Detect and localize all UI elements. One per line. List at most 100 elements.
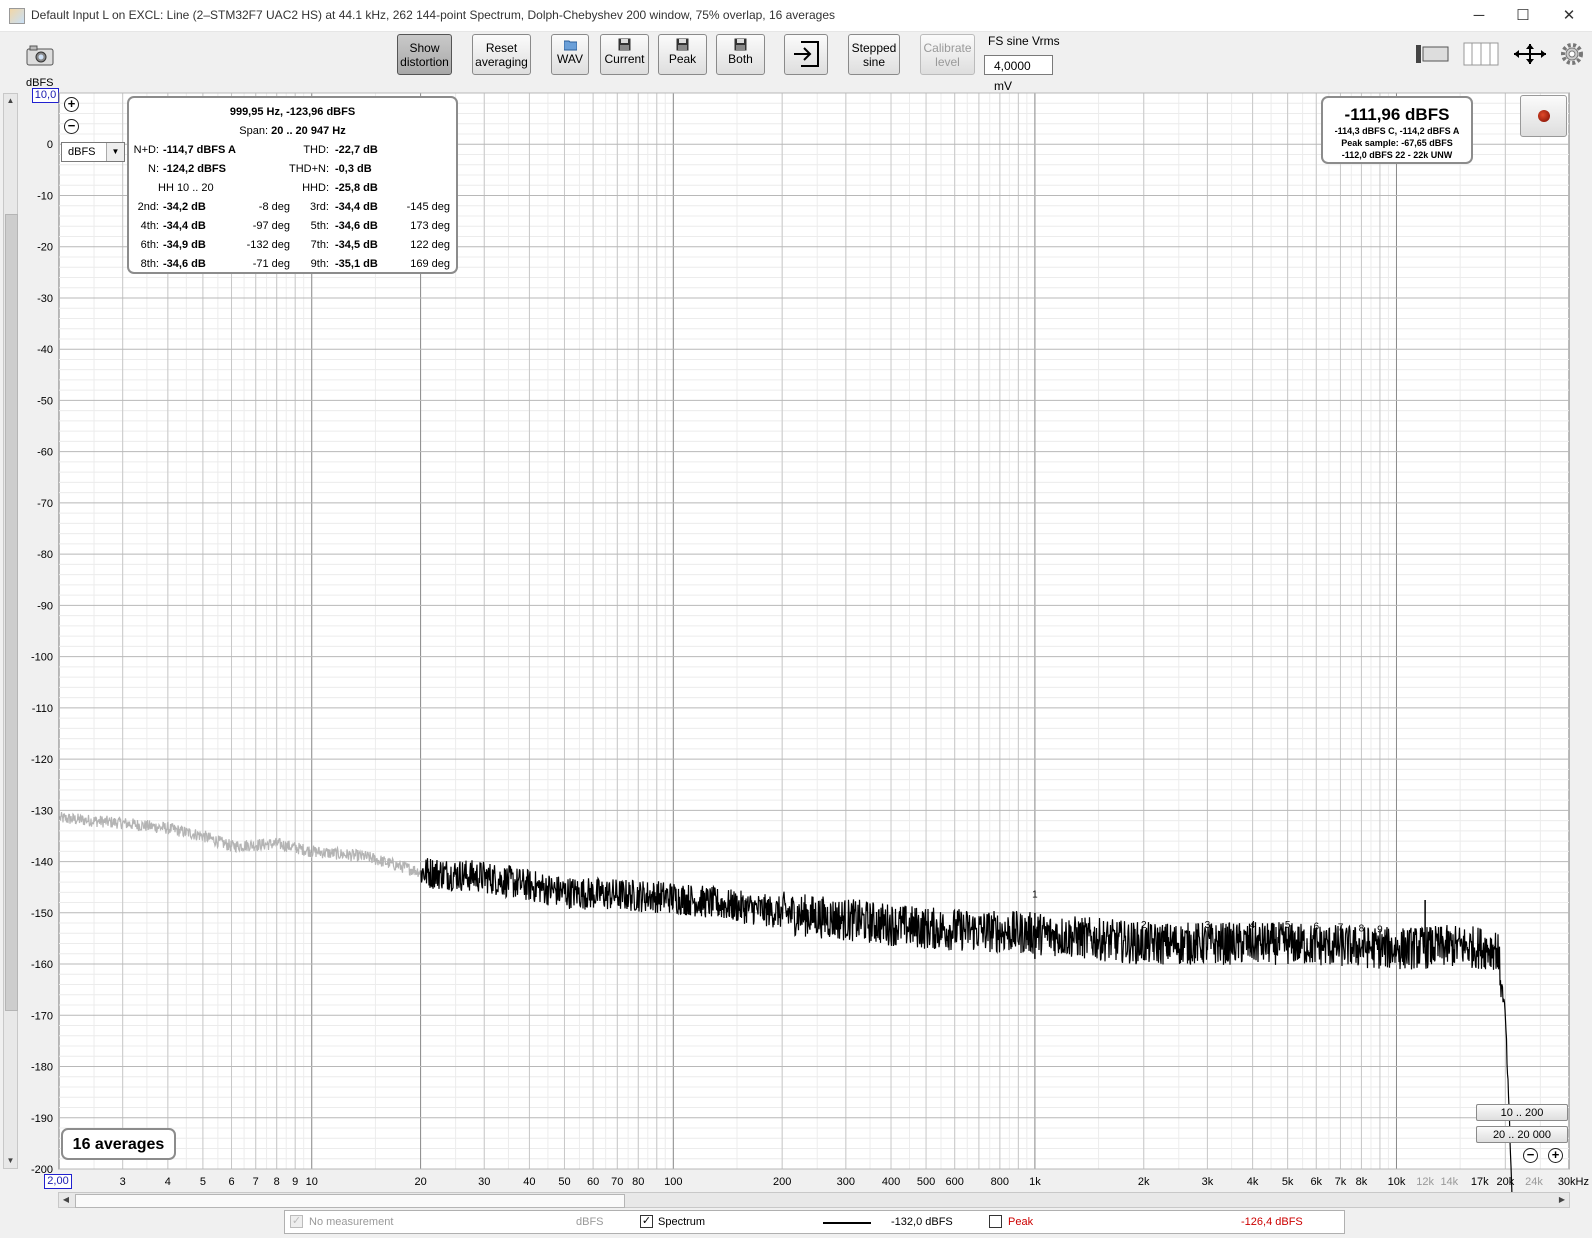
- x-zoom-in-icon[interactable]: +: [1548, 1148, 1563, 1163]
- y-tick-label: -120: [31, 754, 53, 766]
- x-tick-label: 60: [587, 1176, 599, 1188]
- x-axis-left-value[interactable]: 2,00: [44, 1174, 72, 1189]
- hhd-label: HHD:: [302, 182, 329, 194]
- harmonic-marker: 4: [1250, 920, 1256, 931]
- no-measurement-unit: dBFS: [576, 1216, 604, 1228]
- harmonic-value: -34,5 dB: [335, 239, 378, 251]
- scroll-right-icon[interactable]: ▶: [1555, 1193, 1569, 1207]
- x-tick-label: 80: [632, 1176, 644, 1188]
- x-tick-label: 5: [200, 1176, 206, 1188]
- y-tick-label: -70: [37, 498, 53, 510]
- harmonic-value: -34,6 dB: [163, 258, 206, 270]
- horizontal-scrollbar[interactable]: ◀ ▶: [58, 1192, 1570, 1208]
- thdn-value: -0,3 dB: [335, 163, 372, 175]
- x-tick-label: 600: [946, 1176, 964, 1188]
- x-tick-label: 8k: [1356, 1176, 1368, 1188]
- y-tick-label: -40: [37, 344, 53, 356]
- y-tick-label: -160: [31, 959, 53, 971]
- peak-legend-label: Peak: [1008, 1216, 1034, 1228]
- harmonic-phase: -8 deg: [258, 201, 290, 213]
- harmonic-label: 7th:: [310, 239, 329, 251]
- y-tick-label: -30: [37, 293, 53, 305]
- x-tick-label: 6: [228, 1176, 234, 1188]
- distortion-panel: 999,95 Hz, -123,96 dBFS Span: 20 .. 20 9…: [127, 96, 458, 274]
- x-tick-label: 4: [165, 1176, 171, 1188]
- n-label: N:: [148, 163, 159, 175]
- thd-value: -22,7 dB: [335, 144, 378, 156]
- x-tick-label: 10k: [1388, 1176, 1406, 1188]
- x-tick-label: 1k: [1029, 1176, 1041, 1188]
- harmonic-marker: 1: [1032, 889, 1038, 900]
- range-10-200-button[interactable]: 10 .. 200: [1476, 1104, 1568, 1121]
- y-tick-label: -10: [37, 190, 53, 202]
- y-tick-label: -80: [37, 549, 53, 561]
- unit-select[interactable]: dBFS ▼: [61, 142, 125, 162]
- y-tick-label: -170: [31, 1010, 53, 1022]
- x-tick-label: 50: [558, 1176, 570, 1188]
- harmonic-value: -34,2 dB: [163, 201, 206, 213]
- distortion-span: Span: 20 .. 20 947 Hz: [129, 125, 456, 137]
- zoom-in-icon[interactable]: +: [64, 97, 79, 112]
- spectrum-value: -132,0 dBFS: [891, 1216, 953, 1228]
- harmonic-phase: 173 deg: [410, 220, 450, 232]
- x-tick-label: 12k: [1416, 1176, 1434, 1188]
- harmonic-marker: 6: [1313, 922, 1319, 933]
- y-tick-label: -100: [31, 652, 53, 664]
- harmonic-marker: 9: [1377, 925, 1383, 936]
- harmonic-phase: -132 deg: [246, 239, 290, 251]
- harmonic-label: 5th:: [310, 220, 329, 232]
- x-zoom-out-icon[interactable]: −: [1523, 1148, 1538, 1163]
- peak-sample: Peak sample: -67,65 dBFS: [1341, 138, 1453, 148]
- range-20-20000-button[interactable]: 20 .. 20 000: [1476, 1126, 1568, 1143]
- x-tick-label: 7k: [1335, 1176, 1347, 1188]
- x-tick-label: 30: [478, 1176, 490, 1188]
- x-tick-label: 5k: [1282, 1176, 1294, 1188]
- unit-select-value: dBFS: [68, 146, 96, 158]
- hh-label: HH 10 .. 20: [158, 182, 214, 194]
- legend-bar: ✓ No measurement dBFS ✓ Spectrum -132,0 …: [284, 1210, 1345, 1234]
- y-tick-label: -90: [37, 600, 53, 612]
- x-tick-label: 800: [991, 1176, 1009, 1188]
- n-value: -124,2 dBFS: [163, 163, 226, 175]
- harmonic-phase: -97 deg: [252, 220, 290, 232]
- x-tick-label: 3: [120, 1176, 126, 1188]
- x-tick-label: 8: [274, 1176, 280, 1188]
- harmonic-phase: 169 deg: [410, 258, 450, 270]
- x-tick-label: 500: [917, 1176, 935, 1188]
- level-unweighted: -112,0 dBFS 22 - 22k UNW: [1341, 150, 1453, 160]
- harmonic-phase: -71 deg: [252, 258, 290, 270]
- x-tick-label: 14k: [1440, 1176, 1458, 1188]
- spectrum-checkbox[interactable]: ✓: [640, 1215, 653, 1228]
- x-tick-label: 2k: [1138, 1176, 1150, 1188]
- level-value: -111,96 dBFS: [1344, 105, 1450, 124]
- horizontal-scroll-thumb[interactable]: [75, 1194, 625, 1208]
- x-tick-label: 300: [837, 1176, 855, 1188]
- no-measurement-checkbox[interactable]: ✓: [290, 1215, 303, 1228]
- y-tick-label: -190: [31, 1113, 53, 1125]
- x-tick-label: 4k: [1247, 1176, 1259, 1188]
- record-button[interactable]: [1520, 95, 1567, 137]
- thdn-label: THD+N:: [288, 163, 329, 175]
- spectrum-line-swatch: [823, 1222, 871, 1224]
- harmonic-marker: 5: [1285, 920, 1291, 931]
- x-tick-label: 70: [611, 1176, 623, 1188]
- distortion-header: 999,95 Hz, -123,96 dBFS: [229, 106, 356, 118]
- peak-checkbox[interactable]: [989, 1215, 1002, 1228]
- x-tick-label: 24k: [1525, 1176, 1543, 1188]
- harmonic-phase: -145 deg: [406, 201, 450, 213]
- harmonic-value: -35,1 dB: [335, 258, 378, 270]
- x-tick-label: 10: [306, 1176, 318, 1188]
- scroll-left-icon[interactable]: ◀: [59, 1193, 73, 1207]
- zoom-out-icon[interactable]: −: [64, 119, 79, 134]
- y-tick-label: -110: [32, 703, 53, 715]
- no-measurement-label: No measurement: [309, 1216, 394, 1228]
- span-value: 20 .. 20 947 Hz: [271, 125, 346, 137]
- x-tick-label: 20: [414, 1176, 426, 1188]
- y-tick-label: -180: [31, 1062, 53, 1074]
- chevron-down-icon: ▼: [106, 143, 124, 161]
- x-tick-label: 30kHz: [1558, 1176, 1589, 1188]
- y-tick-label: -60: [37, 447, 53, 459]
- peak-legend-value: -126,4 dBFS: [1241, 1216, 1303, 1228]
- y-tick-label: -20: [37, 242, 53, 254]
- nd-label: N+D:: [133, 144, 159, 156]
